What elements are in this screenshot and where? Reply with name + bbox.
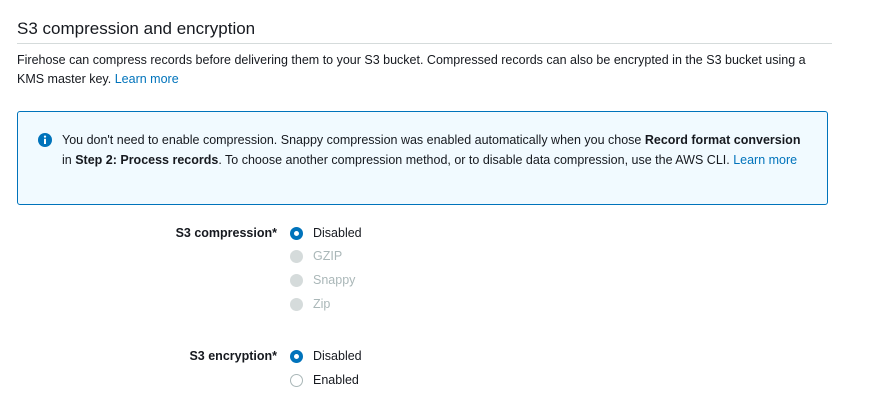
section-description: Firehose can compress records before del…: [17, 51, 832, 89]
s3-compression-option-gzip: GZIP: [290, 247, 342, 265]
radio-label: Disabled: [313, 226, 362, 240]
radio-disabled-icon: [290, 273, 303, 287]
s3-encryption-option-enabled[interactable]: Enabled: [290, 371, 359, 389]
radio-label: Enabled: [313, 373, 359, 387]
s3-compression-option-zip: Zip: [290, 295, 330, 313]
radio-checked-icon[interactable]: [290, 349, 303, 363]
radio-checked-icon[interactable]: [290, 226, 303, 240]
info-text-part: You don't need to enable compression. Sn…: [62, 133, 645, 147]
title-divider: [17, 43, 832, 44]
s3-encryption-label: S3 encryption*: [189, 349, 277, 363]
info-message: You don't need to enable compression. Sn…: [62, 131, 812, 170]
s3-encryption-option-disabled[interactable]: Disabled: [290, 347, 362, 365]
s3-compression-option-disabled[interactable]: Disabled: [290, 224, 362, 242]
radio-disabled-icon: [290, 297, 303, 311]
section-title: S3 compression and encryption: [17, 19, 256, 38]
info-bold-step2: Step 2: Process records: [75, 152, 219, 167]
s3-compression-label: S3 compression*: [175, 226, 277, 240]
info-alert: You don't need to enable compression. Sn…: [17, 111, 828, 205]
info-bold-record-format: Record format conversion: [644, 133, 801, 147]
radio-unchecked-icon[interactable]: [290, 373, 303, 387]
info-text-part: in: [62, 152, 76, 167]
learn-more-link[interactable]: Learn more: [115, 72, 179, 86]
radio-label: Snappy: [313, 273, 356, 287]
info-icon: [38, 133, 52, 147]
radio-label: Disabled: [313, 349, 362, 363]
s3-compression-option-snappy: Snappy: [290, 271, 355, 289]
radio-disabled-icon: [290, 249, 303, 263]
radio-label: Zip: [313, 297, 331, 311]
radio-label: GZIP: [313, 249, 343, 263]
info-learn-more-link[interactable]: Learn more: [733, 153, 797, 167]
info-text-part: . To choose another compression method, …: [218, 152, 734, 167]
